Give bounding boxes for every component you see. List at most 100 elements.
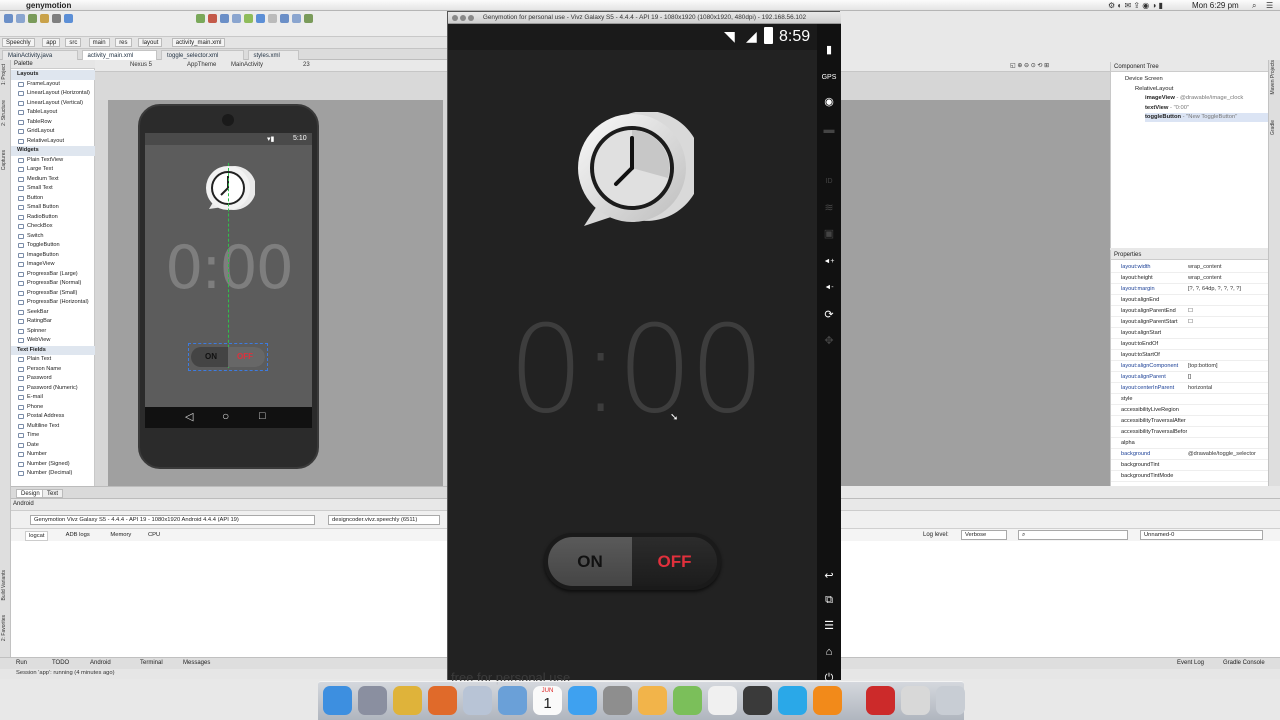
zoom-controls[interactable]: ◱ ⊕ ⊖ ⊙ ⟲ ⊞: [1010, 62, 1049, 69]
skype-icon[interactable]: [778, 686, 807, 715]
toolbar-button-12[interactable]: [268, 14, 277, 23]
property-value[interactable]: @drawable/toggle_selector: [1188, 449, 1268, 459]
tree-node[interactable]: toggleButton - "New ToggleButton": [1145, 113, 1275, 122]
property-row[interactable]: layout:alignParentStart ☐: [1111, 317, 1269, 328]
palette-item[interactable]: Number (Decimal): [11, 469, 95, 479]
palette-item[interactable]: Time: [11, 431, 95, 441]
process-select[interactable]: designcoder.vivz.speechly (6511): [328, 515, 440, 525]
vlc-icon[interactable]: [813, 686, 842, 715]
right-tool-label-1[interactable]: Gradle: [1270, 120, 1276, 135]
property-row[interactable]: layout:toStartOf: [1111, 350, 1269, 361]
toolbar-button-2[interactable]: [28, 14, 37, 23]
tree-node[interactable]: textView - "0:00": [1145, 104, 1189, 113]
activity-selector[interactable]: MainActivity: [231, 62, 263, 68]
palette-item[interactable]: SeekBar: [11, 308, 95, 318]
palette-item[interactable]: CheckBox: [11, 222, 95, 232]
back-icon[interactable]: ↩: [821, 568, 837, 584]
palette-item[interactable]: Plain TextView: [11, 156, 95, 166]
palette-item[interactable]: Small Text: [11, 184, 95, 194]
palette-item[interactable]: FrameLayout: [11, 80, 95, 90]
toolbar-button-10[interactable]: [244, 14, 253, 23]
palette-item[interactable]: Number: [11, 450, 95, 460]
battery-icon[interactable]: ▮: [821, 42, 837, 58]
property-row[interactable]: layout:height wrap_content: [1111, 273, 1269, 284]
messages-icon[interactable]: [901, 686, 930, 715]
palette-item[interactable]: Plain Text: [11, 355, 95, 365]
toolbar-button-0[interactable]: [4, 14, 13, 23]
home-icon[interactable]: ⌂: [821, 644, 837, 660]
palette-item[interactable]: Password (Numeric): [11, 384, 95, 394]
bottom-right-tool-0[interactable]: Event Log: [1177, 660, 1204, 666]
palette-item[interactable]: E-mail: [11, 393, 95, 403]
preview-toggle[interactable]: ON OFF: [191, 347, 265, 367]
palette-group[interactable]: Layouts: [11, 70, 95, 80]
recent-apps-icon[interactable]: ⧉: [821, 592, 837, 608]
palette-item[interactable]: Number (Signed): [11, 460, 95, 470]
id-icon[interactable]: ID: [821, 174, 837, 190]
palette-item[interactable]: LinearLayout (Horizontal): [11, 89, 95, 99]
palette-item[interactable]: Postal Address: [11, 412, 95, 422]
finder-icon[interactable]: [323, 686, 352, 715]
sms-icon[interactable]: ▣: [821, 226, 837, 242]
property-value[interactable]: [top:bottom]: [1188, 361, 1268, 371]
on-off-toggle-button[interactable]: ON OFF: [544, 533, 721, 590]
toolbar-button-4[interactable]: [52, 14, 61, 23]
api-selector[interactable]: 23: [303, 62, 310, 68]
palette-group[interactable]: Text Fields: [11, 345, 95, 355]
left-tool-label-2[interactable]: Captures: [1, 150, 7, 170]
bottom-tool-2[interactable]: Android: [90, 660, 111, 666]
palette-item[interactable]: ProgressBar (Horizontal): [11, 298, 95, 308]
acrobat-icon[interactable]: [866, 686, 895, 715]
gps-icon[interactable]: GPS: [821, 70, 837, 86]
trash-icon[interactable]: [936, 686, 965, 715]
tree-node[interactable]: Device Screen: [1125, 75, 1163, 84]
palette-item[interactable]: TableLayout: [11, 108, 95, 118]
palette-item[interactable]: Spinner: [11, 327, 95, 337]
property-row[interactable]: layout:alignParentEnd ☐: [1111, 306, 1269, 317]
design-tab-1[interactable]: Text: [42, 489, 64, 498]
palette-group[interactable]: Widgets: [11, 146, 95, 156]
window-minimize-button[interactable]: [460, 15, 466, 21]
video-icon[interactable]: ▬: [821, 122, 837, 138]
chrome-icon[interactable]: [393, 686, 422, 715]
palette-item[interactable]: Switch: [11, 232, 95, 242]
editor-tab-2[interactable]: toggle_selector.xml: [161, 50, 244, 60]
toolbar-button-13[interactable]: [280, 14, 289, 23]
palette-item[interactable]: Phone: [11, 403, 95, 413]
log-filter-select[interactable]: Unnamed-0: [1140, 530, 1263, 540]
breadcrumb-item-1[interactable]: app: [42, 38, 61, 47]
status-icons[interactable]: ⚙ ◐ ✉ ⇪ ◉ ◑ ▮: [1108, 1, 1163, 10]
left-tool-label-1[interactable]: 2: Structure: [1, 100, 7, 126]
toolbar-button-8[interactable]: [220, 14, 229, 23]
camera-icon[interactable]: ◉: [821, 94, 837, 110]
toolbar-button-15[interactable]: [304, 14, 313, 23]
left-tool-label-0[interactable]: 1: Project: [1, 64, 7, 85]
palette-item[interactable]: Button: [11, 194, 95, 204]
property-row[interactable]: layout:width wrap_content: [1111, 262, 1269, 273]
window-zoom-button[interactable]: [468, 15, 474, 21]
property-row[interactable]: alpha: [1111, 438, 1269, 449]
palette-item[interactable]: ProgressBar (Small): [11, 289, 95, 299]
palette-item[interactable]: RatingBar: [11, 317, 95, 327]
photo-booth-icon[interactable]: [743, 686, 772, 715]
breadcrumb-item-0[interactable]: Speechly: [2, 38, 35, 47]
bottom-tool-4[interactable]: Messages: [183, 660, 210, 666]
property-row[interactable]: style: [1111, 394, 1269, 405]
tree-node[interactable]: imageView - @drawable/image_clock: [1145, 94, 1243, 103]
property-row[interactable]: layout:centerInParent horizontal: [1111, 383, 1269, 394]
palette-item[interactable]: ProgressBar (Normal): [11, 279, 95, 289]
app-menu-name[interactable]: genymotion: [26, 1, 71, 10]
palette-item[interactable]: Multiline Text: [11, 422, 95, 432]
preview-selection-box[interactable]: ON OFF: [188, 343, 268, 371]
spotlight-icon[interactable]: ⌕: [1252, 1, 1256, 11]
bottom-tool-0[interactable]: Run: [16, 660, 27, 666]
property-row[interactable]: accessibilityTraversalAfter: [1111, 416, 1269, 427]
firefox-icon[interactable]: [428, 686, 457, 715]
palette-item[interactable]: Person Name: [11, 365, 95, 375]
preview-screen[interactable]: 5:10 ▾▮ 0:00 ON OFF ◁ ○ □: [145, 133, 312, 428]
left-tool-label-4[interactable]: 2: Favorites: [1, 615, 7, 641]
system-preferences-icon[interactable]: [603, 686, 632, 715]
palette-item[interactable]: Password: [11, 374, 95, 384]
property-value[interactable]: ☐: [1188, 306, 1268, 316]
property-value[interactable]: ☐: [1188, 317, 1268, 327]
